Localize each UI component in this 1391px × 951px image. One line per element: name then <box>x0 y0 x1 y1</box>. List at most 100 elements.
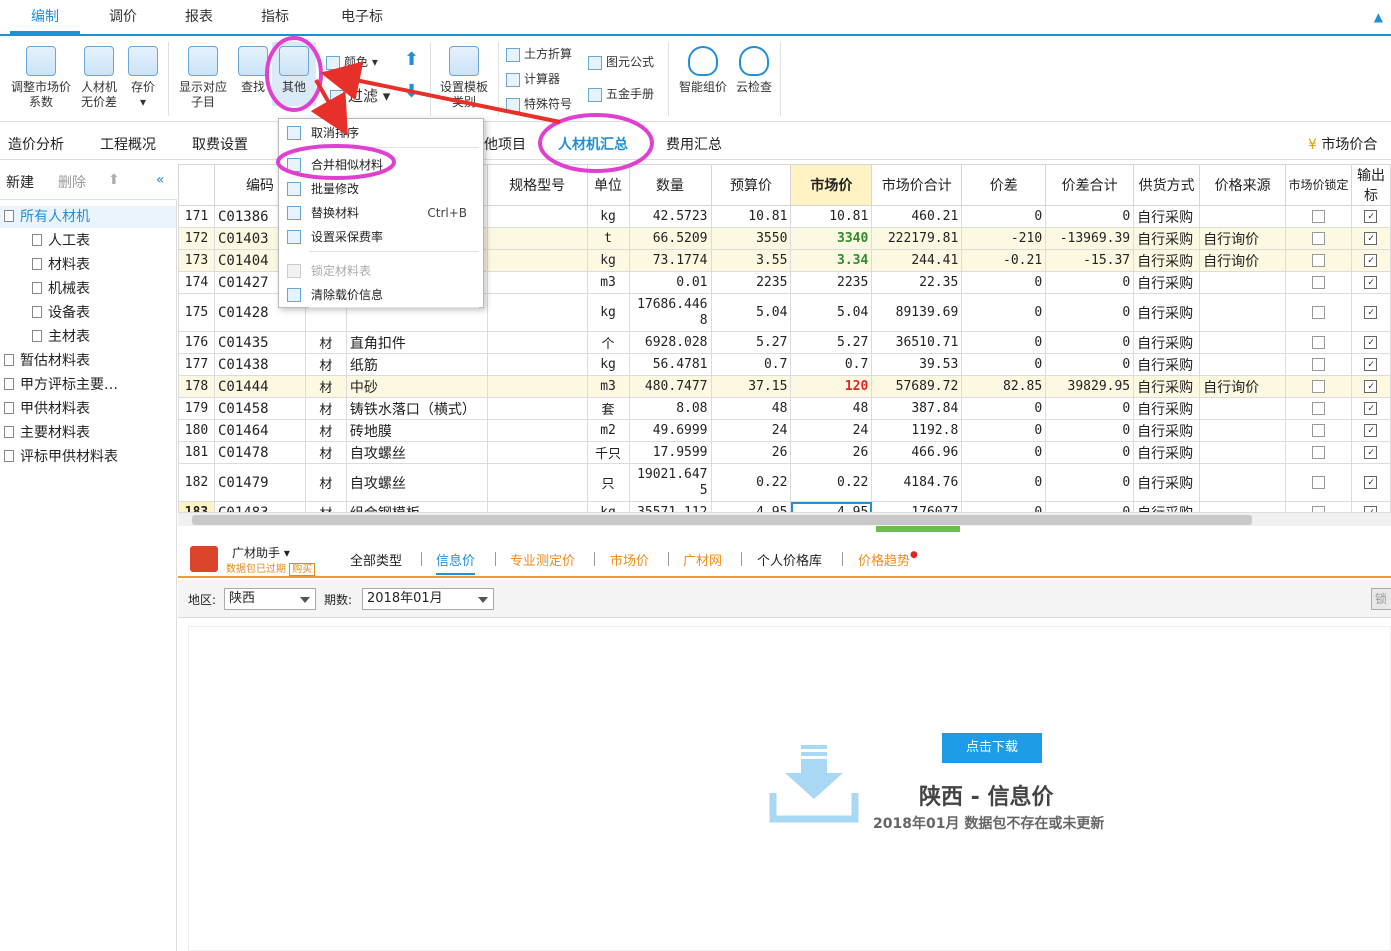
earthwork-button[interactable]: 土方折算 <box>506 44 572 64</box>
color-button[interactable]: 颜色 ▾ <box>326 52 378 72</box>
cell-market[interactable]: 4.95 <box>790 501 873 512</box>
tree-item[interactable]: 所有人材机 <box>0 206 176 228</box>
cell-diff[interactable]: 0 <box>961 397 1047 420</box>
cell-price-lock[interactable] <box>1285 397 1352 420</box>
cell-budget[interactable]: 48 <box>710 397 792 420</box>
cell-type[interactable]: 材 <box>304 419 347 442</box>
tree-item[interactable]: 甲供材料表 <box>4 398 90 420</box>
cell-budget[interactable]: 4.95 <box>710 501 792 512</box>
tab-market-price[interactable]: 市场价 <box>610 550 649 569</box>
tree-item[interactable]: 评标甲供材料表 <box>4 446 118 468</box>
set-template-button[interactable]: 设置模板 类别 <box>436 46 492 110</box>
cell-no[interactable]: 172 <box>178 227 215 250</box>
tab-personal-library[interactable]: 个人价格库 <box>757 550 822 569</box>
cell-no[interactable]: 182 <box>178 463 215 502</box>
output-checkbox[interactable]: ✓ <box>1364 210 1378 223</box>
cell-unit[interactable]: kg <box>586 501 630 512</box>
tab-edit[interactable]: 编制 <box>10 0 80 34</box>
cell-output[interactable]: ✓ <box>1350 205 1391 228</box>
column-header[interactable]: 规格型号 <box>486 164 588 206</box>
collapse-panel-icon[interactable]: « <box>156 172 165 188</box>
tab-labor-material-summary[interactable]: 人材机汇总 <box>558 130 628 160</box>
cell-diff[interactable]: 0 <box>961 293 1047 332</box>
cell-price-lock[interactable] <box>1285 227 1352 250</box>
cell-supply[interactable]: 自行采购 <box>1133 293 1201 332</box>
cell-market[interactable]: 26 <box>790 441 873 464</box>
cell-source[interactable] <box>1199 271 1287 294</box>
cell-budget[interactable]: 10.81 <box>710 205 792 228</box>
output-checkbox[interactable]: ✓ <box>1364 306 1378 319</box>
cell-source[interactable]: 自行询价 <box>1199 249 1287 272</box>
cell-source[interactable] <box>1199 501 1287 512</box>
cell-code[interactable]: C01478 <box>213 441 306 464</box>
tab-price-trend[interactable]: 价格趋势● <box>858 550 918 569</box>
cell-code[interactable]: C01479 <box>213 463 306 502</box>
new-button[interactable]: 新建 <box>6 172 34 192</box>
cell-market[interactable]: 2235 <box>790 271 873 294</box>
panel-splitter-handle[interactable] <box>876 526 960 532</box>
cell-no[interactable]: 181 <box>178 441 215 464</box>
cell-price-lock[interactable] <box>1285 375 1352 398</box>
cell-unit[interactable]: 个 <box>586 331 630 354</box>
menu-item[interactable]: 设置采保费率 <box>279 225 483 249</box>
cell-price-lock[interactable] <box>1285 293 1352 332</box>
lock-checkbox[interactable] <box>1312 210 1325 223</box>
cell-source[interactable] <box>1199 331 1287 354</box>
cell-budget[interactable]: 5.04 <box>710 293 792 332</box>
cell-output[interactable]: ✓ <box>1350 331 1391 354</box>
cell-total[interactable]: 4184.76 <box>871 463 963 502</box>
cell-budget[interactable]: 24 <box>710 419 792 442</box>
tab-other-items[interactable]: 他项目 <box>484 130 526 160</box>
cell-spec[interactable] <box>486 331 588 354</box>
cell-no[interactable]: 183 <box>178 501 215 512</box>
cell-name[interactable]: 组合钢模板 <box>345 501 488 512</box>
cell-qty[interactable]: 56.4781 <box>628 353 712 376</box>
cell-output[interactable]: ✓ <box>1350 501 1391 512</box>
cell-budget[interactable]: 3.55 <box>710 249 792 272</box>
cell-no[interactable]: 175 <box>178 293 215 332</box>
cell-diff[interactable]: 0 <box>961 331 1047 354</box>
cell-spec[interactable] <box>486 375 588 398</box>
tab-indicators[interactable]: 指标 <box>240 0 310 34</box>
column-header[interactable]: 输出标 <box>1350 164 1391 206</box>
cell-diff[interactable]: 0 <box>961 463 1047 502</box>
cell-diff[interactable]: 0 <box>961 441 1047 464</box>
cell-budget[interactable]: 3550 <box>710 227 792 250</box>
cell-total[interactable]: 36510.71 <box>871 331 963 354</box>
cell-name[interactable]: 铸铁水落口（横式） <box>345 397 488 420</box>
cell-qty[interactable]: 480.7477 <box>628 375 712 398</box>
cell-qty[interactable]: 0.01 <box>628 271 712 294</box>
buy-button[interactable]: 购买 <box>289 563 316 576</box>
cell-price-lock[interactable] <box>1285 249 1352 272</box>
cell-diff_total[interactable]: -15.37 <box>1045 249 1135 272</box>
cell-diff[interactable]: 0 <box>961 501 1047 512</box>
cell-qty[interactable]: 35571.112 <box>628 501 712 512</box>
cell-name[interactable]: 直角扣件 <box>345 331 488 354</box>
cell-unit[interactable]: m2 <box>586 419 630 442</box>
cell-supply[interactable]: 自行采购 <box>1133 501 1201 512</box>
cell-price-lock[interactable] <box>1285 271 1352 294</box>
cell-type[interactable]: 材 <box>304 441 347 464</box>
cell-name[interactable]: 砖地膜 <box>345 419 488 442</box>
cell-supply[interactable]: 自行采购 <box>1133 205 1201 228</box>
cell-unit[interactable]: 只 <box>586 463 630 502</box>
cell-diff[interactable]: 0 <box>961 205 1047 228</box>
output-checkbox[interactable]: ✓ <box>1364 446 1378 459</box>
cell-type[interactable]: 材 <box>304 375 347 398</box>
cell-output[interactable]: ✓ <box>1350 397 1391 420</box>
cell-name[interactable]: 纸筋 <box>345 353 488 376</box>
menu-item[interactable]: 替换材料 Ctrl+B <box>279 201 483 225</box>
cell-unit[interactable]: 套 <box>586 397 630 420</box>
cell-total[interactable]: 222179.81 <box>871 227 963 250</box>
cell-spec[interactable] <box>486 205 588 228</box>
cell-diff_total[interactable]: 0 <box>1045 463 1135 502</box>
formula-button[interactable]: 图元公式 <box>588 52 654 72</box>
cell-price-lock[interactable] <box>1285 353 1352 376</box>
column-header[interactable]: 单位 <box>586 164 630 206</box>
table-row[interactable]: 180 C01464 材砖地膜 m2 49.6999 24 24 1192.8 0 0 自行采购 ✓ <box>178 419 1391 442</box>
cell-name[interactable]: 中砂 <box>345 375 488 398</box>
cell-diff_total[interactable]: 0 <box>1045 293 1135 332</box>
cell-spec[interactable] <box>486 397 588 420</box>
cell-qty[interactable]: 49.6999 <box>628 419 712 442</box>
menu-item[interactable]: 合并相似材料 <box>279 153 483 177</box>
